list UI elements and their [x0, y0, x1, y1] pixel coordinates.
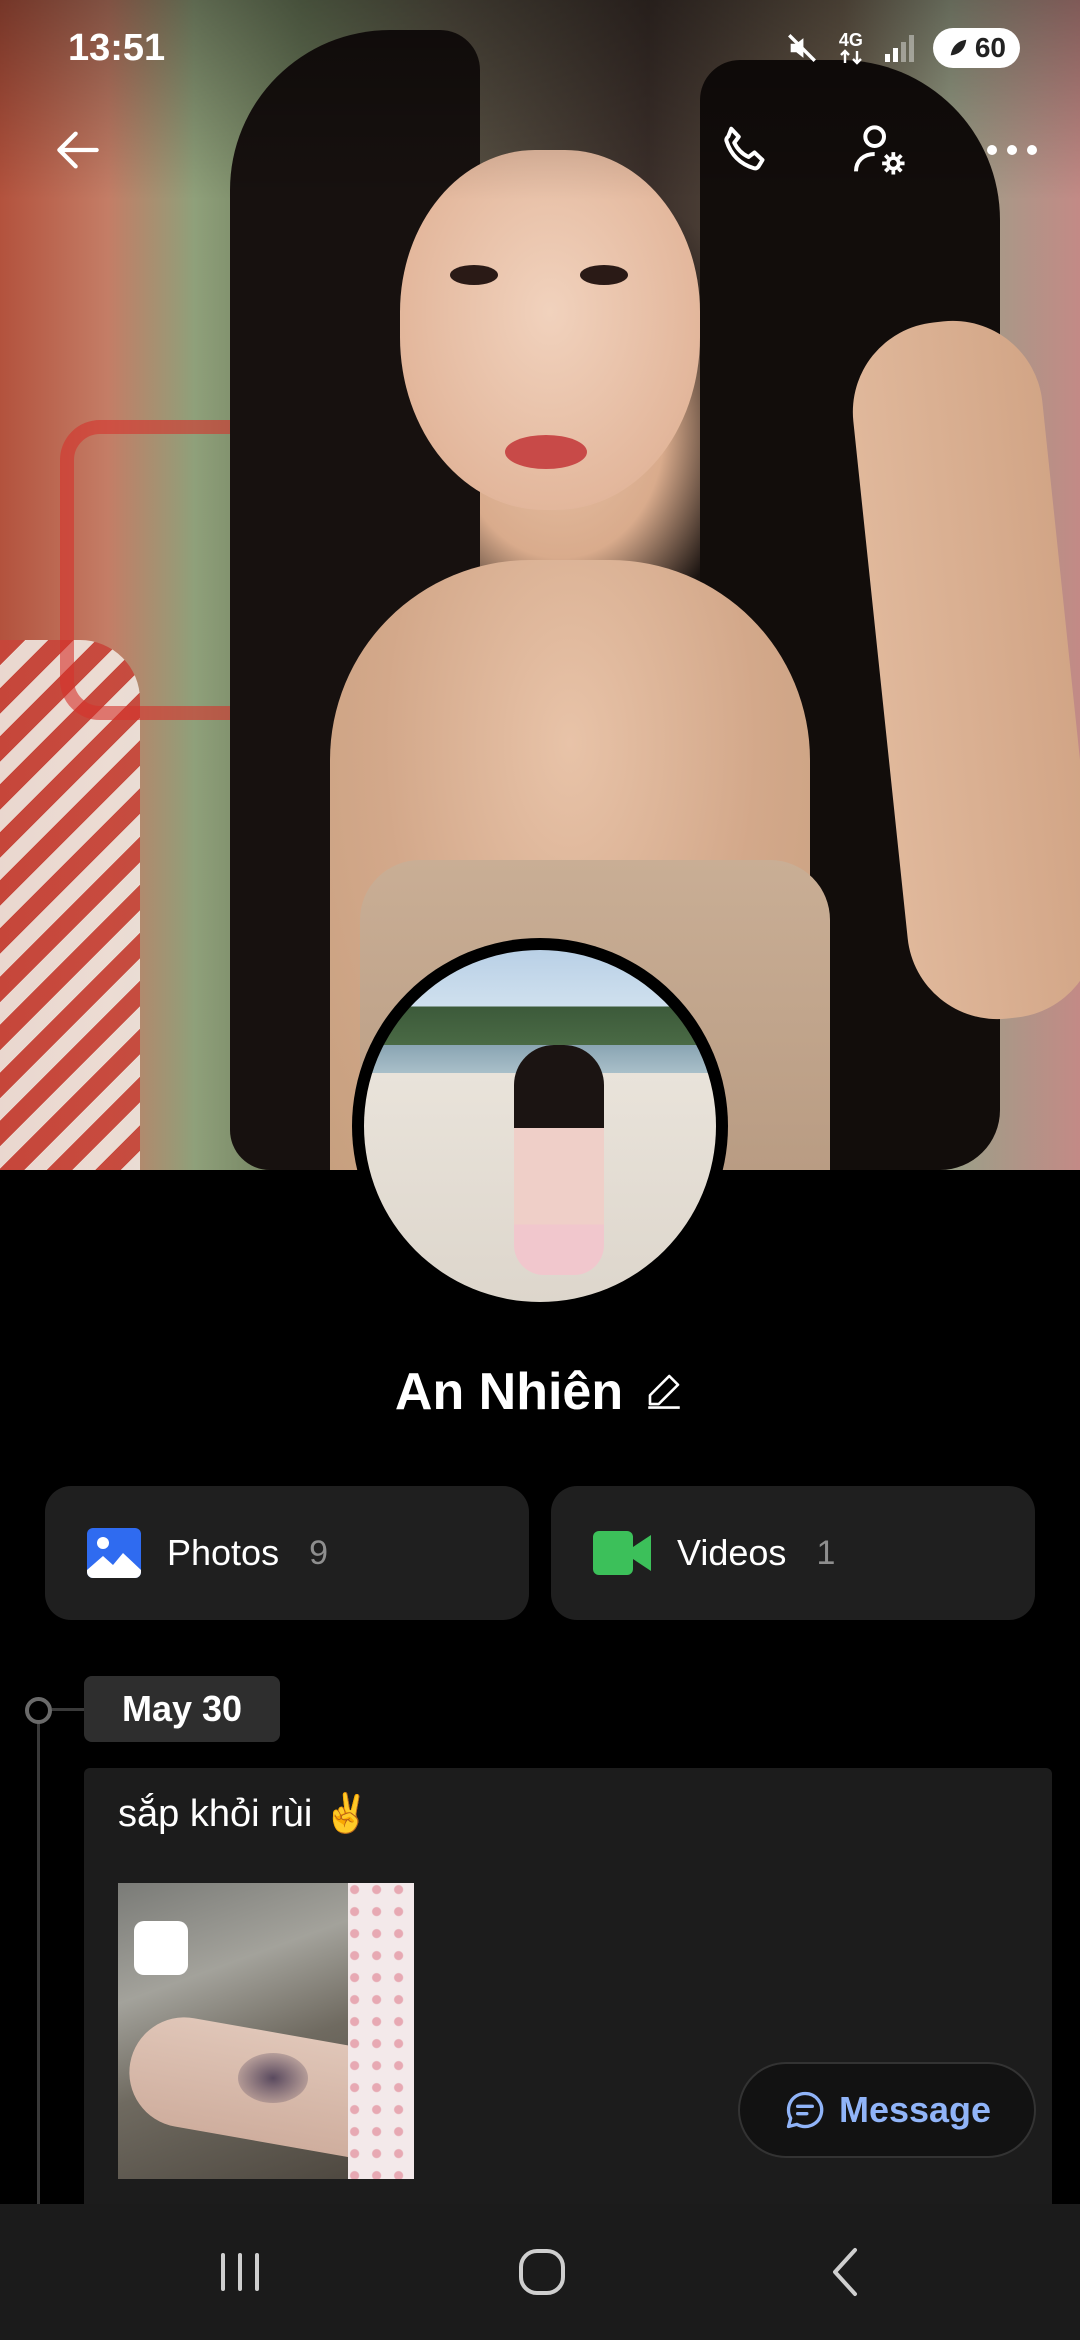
profile-settings-button[interactable] [840, 110, 920, 190]
mute-icon [785, 31, 819, 65]
photos-label: Photos [167, 1532, 280, 1573]
more-options-button[interactable] [972, 110, 1052, 190]
chat-bubble-icon [786, 2091, 824, 2129]
cover-eye-left [450, 265, 498, 285]
avatar-photo [364, 950, 716, 1302]
video-camera-icon [593, 1531, 651, 1575]
status-icons: 4G 60 [785, 28, 1020, 68]
nav-back-button[interactable] [800, 2232, 890, 2312]
system-nav-bar [0, 2204, 1080, 2340]
top-app-bar [0, 110, 1080, 190]
battery-level: 60 [974, 32, 1006, 63]
more-horizontal-icon [987, 145, 1037, 155]
profile-name: An Nhiên [394, 1363, 624, 1421]
image-icon [87, 1528, 141, 1578]
call-button[interactable] [705, 110, 785, 190]
videos-button[interactable]: Videos 1 [551, 1486, 1035, 1620]
phone-call-icon [724, 126, 765, 171]
network-4g-icon: 4G [837, 31, 865, 65]
cover-lips [505, 435, 587, 469]
cover-eye-right [580, 265, 628, 285]
pencil-icon [648, 1374, 680, 1409]
emoji-badge: 😨 [134, 1921, 188, 1975]
post-image-fabric [348, 1883, 414, 2179]
photos-button[interactable]: Photos 9 [45, 1486, 529, 1620]
timeline-line [37, 1708, 40, 2208]
back-button[interactable] [38, 110, 118, 190]
status-time: 13:51 [68, 26, 166, 69]
videos-count: 1 [816, 1533, 836, 1572]
timeline-dot [25, 1697, 52, 1724]
photos-count: 9 [309, 1533, 328, 1572]
profile-avatar[interactable] [352, 938, 728, 1314]
message-label: Message [838, 2089, 992, 2130]
home-button[interactable] [497, 2232, 587, 2312]
battery-icon: 60 [932, 28, 1020, 68]
profile-name-row: An Nhiên [0, 1362, 1080, 1422]
post-text: sắp khỏi rùi ✌️ [118, 1793, 371, 1835]
videos-label: Videos [677, 1532, 787, 1573]
message-button[interactable]: Message [738, 2062, 1036, 2158]
home-icon [519, 2249, 565, 2295]
post-image[interactable]: 😨 [118, 1883, 414, 2179]
nav-back-icon [833, 2248, 857, 2296]
profile-settings-icon [854, 125, 905, 175]
recent-apps-button[interactable] [195, 2232, 285, 2312]
edit-name-button[interactable] [643, 1369, 685, 1416]
status-bar: 13:51 4G 60 [0, 0, 1080, 96]
recent-apps-icon [221, 2253, 259, 2291]
timeline-date: May 30 [84, 1676, 280, 1742]
post-image-bruise [238, 2053, 308, 2103]
avatar-figure [514, 1045, 604, 1275]
signal-icon [883, 32, 915, 64]
back-arrow-icon [57, 131, 99, 169]
timeline-connector [52, 1708, 85, 1711]
